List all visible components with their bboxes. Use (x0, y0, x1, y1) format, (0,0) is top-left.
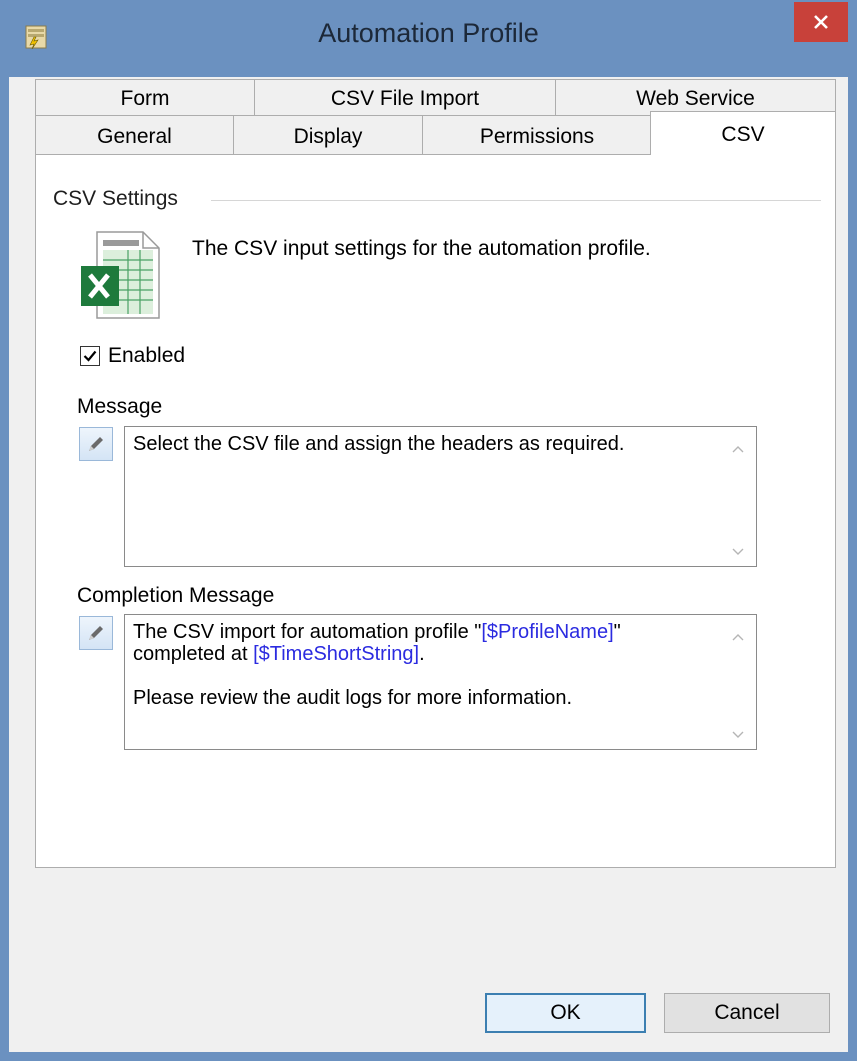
dialog-client-area: Form CSV File Import Web Service General… (9, 77, 848, 1052)
tab-permissions[interactable]: Permissions (422, 115, 652, 155)
tab-display[interactable]: Display (233, 115, 423, 155)
tab-general[interactable]: General (35, 115, 234, 155)
text-segment: The CSV import for automation profile " (133, 621, 482, 643)
close-icon (814, 15, 828, 29)
enabled-label[interactable]: Enabled (108, 344, 185, 368)
pencil-icon (89, 626, 103, 640)
scroll-down-icon[interactable] (728, 727, 748, 743)
enabled-checkbox[interactable] (80, 346, 100, 366)
tab-label: Permissions (479, 124, 595, 148)
close-button[interactable] (794, 2, 848, 42)
tab-web-service[interactable]: Web Service (555, 79, 836, 115)
message-edit-button[interactable] (79, 427, 113, 461)
tab-label: CSV File Import (330, 86, 480, 110)
section-divider (211, 200, 821, 201)
dialog-window: Automation Profile Form CSV File Import … (0, 0, 857, 1061)
completion-message-text: The CSV import for automation profile "[… (133, 621, 716, 709)
scroll-up-icon[interactable] (728, 629, 748, 645)
scroll-up-icon[interactable] (728, 441, 748, 457)
completion-edit-button[interactable] (79, 616, 113, 650)
text-segment: . (419, 643, 425, 665)
text-segment: " (613, 621, 621, 643)
tab-label: Display (293, 124, 363, 148)
tab-label: Form (120, 86, 170, 110)
message-text: Select the CSV file and assign the heade… (133, 433, 625, 455)
scroll-down-icon[interactable] (728, 544, 748, 560)
excel-csv-icon (81, 231, 160, 319)
tab-label: General (97, 124, 172, 148)
message-label: Message (77, 395, 163, 418)
pencil-icon (89, 437, 103, 451)
message-textarea[interactable]: Select the CSV file and assign the heade… (124, 426, 757, 567)
completion-message-label: Completion Message (77, 584, 275, 607)
tab-csv-file-import[interactable]: CSV File Import (254, 79, 556, 115)
tab-label: Web Service (636, 86, 755, 110)
ok-button[interactable]: OK (485, 993, 646, 1033)
checkmark-icon (83, 350, 97, 362)
cancel-button[interactable]: Cancel (664, 993, 830, 1033)
completion-line-2: completed at [$TimeShortString]. (133, 643, 716, 665)
profile-name-variable: [$ProfileName] (481, 621, 614, 643)
completion-line-1: The CSV import for automation profile "[… (133, 621, 716, 643)
tab-form[interactable]: Form (35, 79, 255, 115)
completion-message-textarea[interactable]: The CSV import for automation profile "[… (124, 614, 757, 750)
completion-line-3: Please review the audit logs for more in… (133, 687, 573, 709)
window-title: Automation Profile (318, 18, 539, 48)
time-variable: [$TimeShortString] (253, 643, 420, 665)
tab-label: CSV (721, 122, 765, 146)
text-segment: completed at (133, 643, 254, 665)
title-bar[interactable]: Automation Profile (0, 0, 857, 77)
tab-csv[interactable]: CSV (650, 111, 836, 155)
section-title: CSV Settings (53, 187, 178, 210)
section-description: The CSV input settings for the automatio… (192, 237, 651, 260)
